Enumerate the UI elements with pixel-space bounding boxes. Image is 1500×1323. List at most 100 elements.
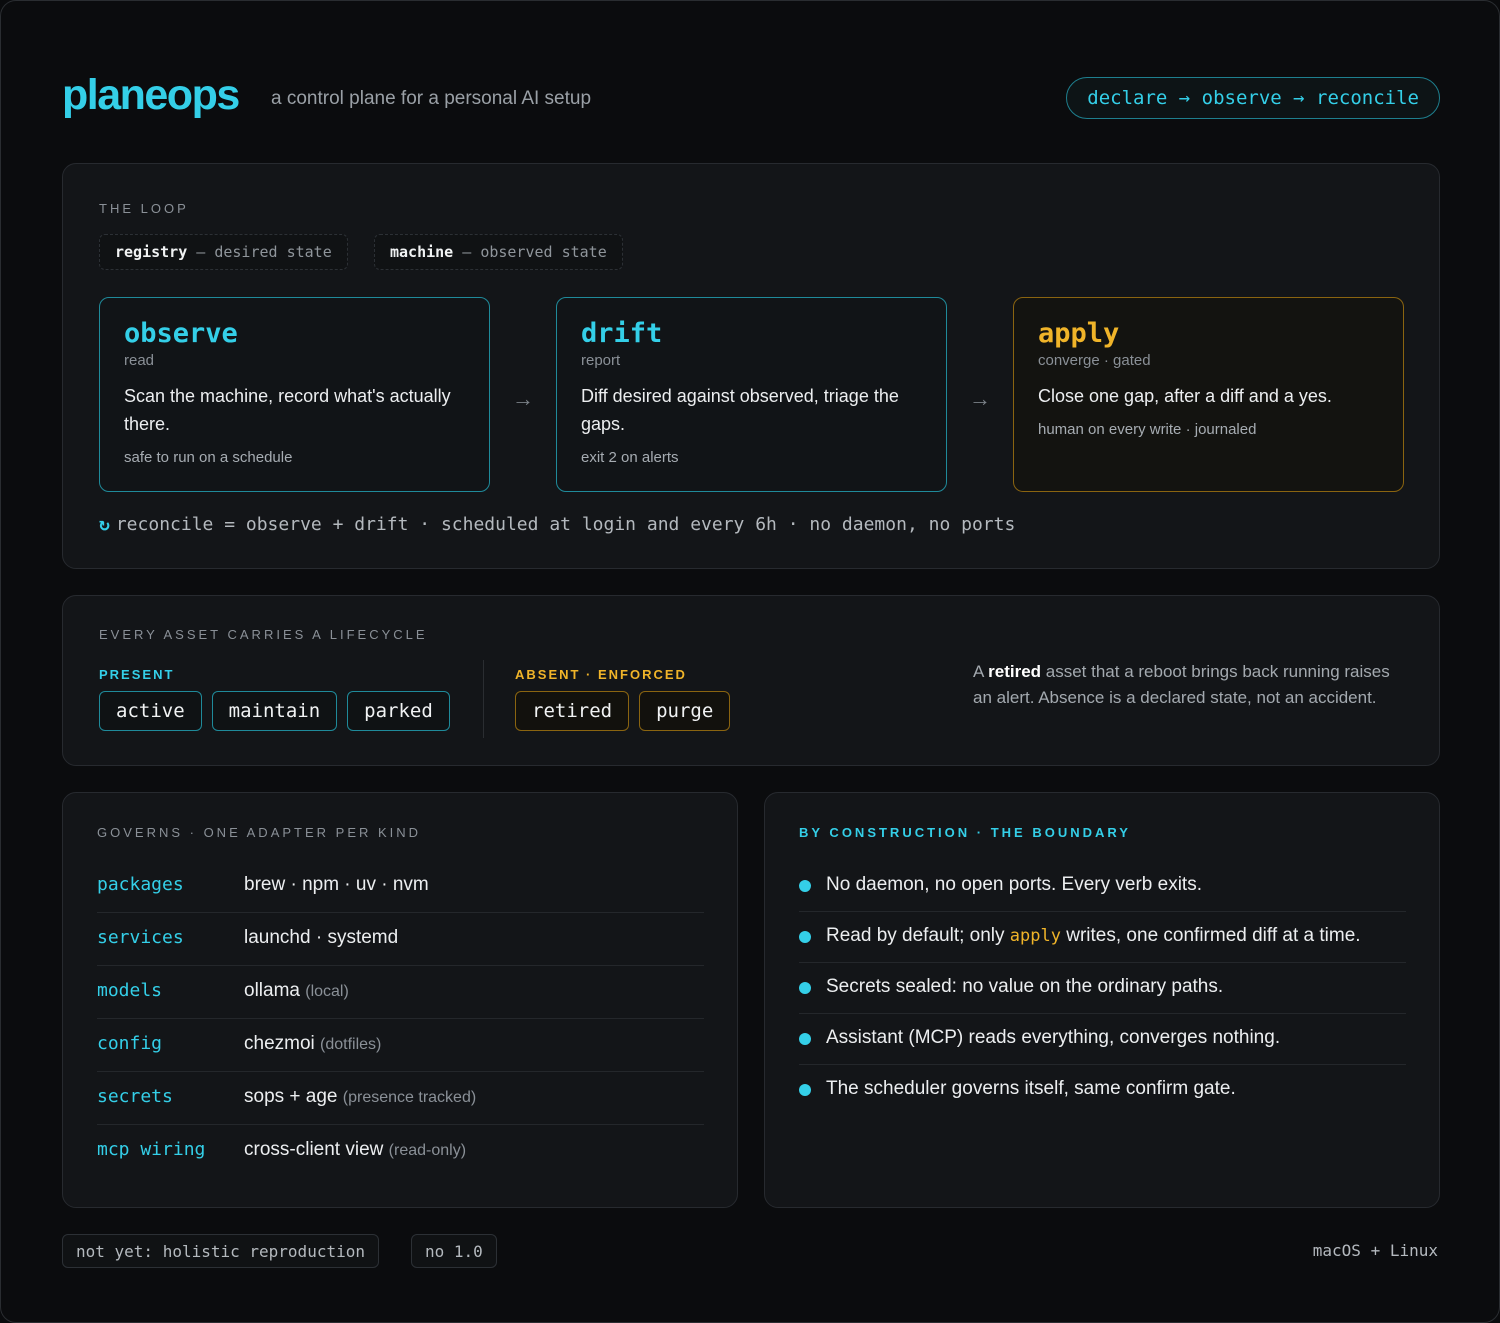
card-note: safe to run on a schedule bbox=[124, 449, 293, 466]
kind-label: services bbox=[97, 927, 184, 948]
tools-text: chezmoi bbox=[244, 1033, 321, 1054]
bullet-dot-icon bbox=[799, 1033, 811, 1045]
lifecycle-panel: EVERY ASSET CARRIES A LIFECYCLE PRESENT … bbox=[62, 595, 1440, 766]
boundary-item: The scheduler governs itself, same confi… bbox=[799, 1065, 1406, 1116]
state-desc: observed state bbox=[480, 243, 607, 261]
card-verb: observe bbox=[124, 318, 238, 349]
text-pre: Read by default; only bbox=[826, 925, 1010, 946]
present-label: PRESENT bbox=[99, 667, 175, 682]
card-mode: report bbox=[581, 352, 621, 369]
apply-keyword: apply bbox=[1009, 926, 1061, 946]
flow-pill: declare → observe → reconcile bbox=[1066, 77, 1440, 119]
arrow-right-icon: → bbox=[969, 386, 991, 411]
absent-label: ABSENT · ENFORCED bbox=[515, 667, 687, 682]
boundary-text: Secrets sealed: no value on the ordinary… bbox=[826, 976, 1224, 997]
bullet-dot-icon bbox=[799, 1084, 811, 1096]
card-note: exit 2 on alerts bbox=[581, 449, 679, 466]
drift-card: drift report Diff desired against observ… bbox=[556, 297, 947, 492]
chip-maintain: maintain bbox=[211, 691, 338, 731]
card-note: human on every write · journaled bbox=[1038, 421, 1257, 438]
note-prefix: A bbox=[973, 662, 989, 681]
boundary-item: No daemon, no open ports. Every verb exi… bbox=[799, 861, 1406, 912]
divider bbox=[483, 660, 484, 738]
governs-row: services launchd · systemd bbox=[97, 913, 704, 966]
kind-label: mcp wiring bbox=[97, 1139, 206, 1160]
boundary-text: Read by default; only apply writes, one … bbox=[826, 925, 1361, 947]
governs-row: packages brew · npm · uv · nvm bbox=[97, 860, 704, 913]
boundary-text: Assistant (MCP) reads everything, conver… bbox=[826, 1027, 1281, 1048]
kind-label: secrets bbox=[97, 1086, 173, 1107]
governs-eyebrow: GOVERNS · ONE ADAPTER PER KIND bbox=[97, 825, 422, 840]
brand-logo: planeops bbox=[62, 71, 240, 119]
boundary-text: No daemon, no open ports. Every verb exi… bbox=[826, 874, 1202, 895]
present-chips: active maintain parked bbox=[99, 691, 460, 731]
tools-text: ollama bbox=[244, 980, 306, 1001]
lifecycle-note: A retired asset that a reboot brings bac… bbox=[973, 659, 1393, 711]
chip-parked: parked bbox=[347, 691, 450, 731]
tools-muted: (presence tracked) bbox=[342, 1089, 477, 1106]
card-desc: Scan the machine, record what's actually… bbox=[124, 386, 451, 434]
reconcile-line: ↻ reconcile = observe + drift · scheduled… bbox=[99, 514, 1015, 535]
tools-text: sops + age bbox=[244, 1086, 343, 1107]
boundary-panel: BY CONSTRUCTION · THE BOUNDARY No daemon… bbox=[764, 792, 1440, 1208]
tools-label: ollama (local) bbox=[244, 980, 349, 1002]
app-frame: planeops a control plane for a personal … bbox=[0, 0, 1500, 1323]
state-sep: — bbox=[187, 243, 215, 261]
governs-row: mcp wiring cross-client view (read-only) bbox=[97, 1125, 704, 1178]
header: planeops a control plane for a personal … bbox=[62, 69, 1440, 129]
boundary-item: Secrets sealed: no value on the ordinary… bbox=[799, 963, 1406, 1014]
chip-retired: retired bbox=[515, 691, 630, 731]
absent-chips: retired purge bbox=[515, 691, 740, 731]
boundary-eyebrow: BY CONSTRUCTION · THE BOUNDARY bbox=[799, 825, 1131, 840]
tagline: a control plane for a personal AI setup bbox=[271, 88, 592, 109]
footer-chip-version: no 1.0 bbox=[411, 1234, 497, 1268]
bullet-dot-icon bbox=[799, 880, 811, 892]
card-verb: drift bbox=[581, 318, 663, 349]
boundary-text: The scheduler governs itself, same confi… bbox=[826, 1078, 1236, 1099]
card-verb: apply bbox=[1038, 318, 1120, 349]
tools-label: launchd · systemd bbox=[244, 927, 398, 949]
tools-label: brew · npm · uv · nvm bbox=[244, 874, 429, 896]
governs-row: models ollama (local) bbox=[97, 966, 704, 1019]
observe-card: observe read Scan the machine, record wh… bbox=[99, 297, 490, 492]
governs-panel: GOVERNS · ONE ADAPTER PER KIND packages … bbox=[62, 792, 738, 1208]
footer-chip-not-yet: not yet: holistic reproduction bbox=[62, 1234, 379, 1268]
card-mode: read bbox=[124, 352, 155, 369]
bullet-dot-icon bbox=[799, 982, 811, 994]
governs-row: secrets sops + age (presence tracked) bbox=[97, 1072, 704, 1125]
tools-text: brew · npm · uv · nvm bbox=[244, 874, 429, 895]
card-mode: converge · gated bbox=[1038, 352, 1151, 369]
tools-muted: (dotfiles) bbox=[320, 1036, 382, 1053]
governs-row: config chezmoi (dotfiles) bbox=[97, 1019, 704, 1072]
tools-text: launchd · systemd bbox=[244, 927, 399, 948]
bullet-dot-icon bbox=[799, 931, 811, 943]
boundary-item: Read by default; only apply writes, one … bbox=[799, 912, 1406, 963]
note-bold: retired bbox=[988, 662, 1042, 681]
reconcile-text: reconcile = observe + drift · scheduled … bbox=[115, 514, 1016, 535]
chip-active: active bbox=[99, 691, 202, 731]
state-sep: — bbox=[453, 243, 481, 261]
state-name: registry bbox=[115, 243, 188, 261]
tools-muted: (read-only) bbox=[388, 1142, 467, 1159]
lifecycle-eyebrow: EVERY ASSET CARRIES A LIFECYCLE bbox=[99, 627, 428, 642]
apply-card: apply converge · gated Close one gap, af… bbox=[1013, 297, 1404, 492]
cycle-icon: ↻ bbox=[99, 514, 110, 535]
card-desc: Close one gap, after a diff and a yes. bbox=[1038, 386, 1332, 406]
text-post: writes, one confirmed diff at a time. bbox=[1060, 925, 1361, 946]
kind-label: config bbox=[97, 1033, 163, 1054]
loop-eyebrow: THE LOOP bbox=[99, 201, 189, 216]
tools-text: cross-client view bbox=[244, 1139, 389, 1160]
state-name: machine bbox=[390, 243, 454, 261]
boundary-item: Assistant (MCP) reads everything, conver… bbox=[799, 1014, 1406, 1065]
loop-panel: THE LOOP registry — desired state machin… bbox=[62, 163, 1440, 569]
state-tag-machine: machine — observed state bbox=[374, 234, 623, 270]
platforms-label: macOS + Linux bbox=[1312, 1241, 1438, 1260]
tools-label: sops + age (presence tracked) bbox=[244, 1086, 476, 1108]
tools-label: chezmoi (dotfiles) bbox=[244, 1033, 381, 1055]
kind-label: packages bbox=[97, 874, 184, 895]
card-desc: Diff desired against observed, triage th… bbox=[581, 386, 899, 434]
arrow-right-icon: → bbox=[512, 386, 534, 411]
tools-muted: (local) bbox=[305, 983, 349, 1000]
tools-label: cross-client view (read-only) bbox=[244, 1139, 466, 1161]
kind-label: models bbox=[97, 980, 163, 1001]
